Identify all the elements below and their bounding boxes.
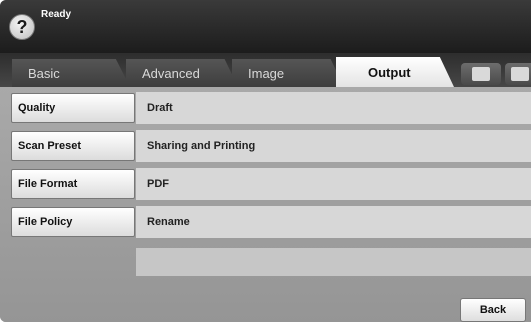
file-policy-value: Rename — [136, 206, 531, 238]
scan-preset-button[interactable]: Scan Preset — [11, 131, 135, 161]
setting-row-scan-preset: Scan Preset Sharing and Printing — [0, 129, 531, 163]
setting-row-file-format: File Format PDF — [0, 167, 531, 201]
tab-bar: Basic Advanced Image Output — [0, 53, 531, 87]
setting-row-quality: Quality Draft — [0, 91, 531, 125]
file-policy-button[interactable]: File Policy — [11, 207, 135, 237]
file-format-button[interactable]: File Format — [11, 169, 135, 199]
tab-output[interactable]: Output — [336, 57, 454, 87]
help-icon[interactable]: ? — [9, 14, 35, 40]
file-format-value: PDF — [136, 168, 531, 200]
scan-output-screen: ? Ready Basic Advanced Image Output Qual… — [0, 0, 531, 322]
tab-basic[interactable]: Basic — [12, 59, 130, 87]
header-bar: ? Ready — [0, 0, 531, 53]
back-button[interactable]: Back — [460, 298, 526, 322]
tab-image[interactable]: Image — [232, 59, 344, 87]
quality-value: Draft — [136, 92, 531, 124]
tab-advanced[interactable]: Advanced — [126, 59, 238, 87]
empty-row — [0, 243, 531, 277]
status-text: Ready — [41, 9, 72, 20]
setting-row-file-policy: File Policy Rename — [0, 205, 531, 239]
empty-value-field — [136, 248, 531, 276]
home-icon[interactable] — [505, 63, 531, 85]
settings-panel: Quality Draft Scan Preset Sharing and Pr… — [0, 87, 531, 322]
upload-icon[interactable] — [461, 63, 501, 85]
scan-preset-value: Sharing and Printing — [136, 130, 531, 162]
quality-button[interactable]: Quality — [11, 93, 135, 123]
